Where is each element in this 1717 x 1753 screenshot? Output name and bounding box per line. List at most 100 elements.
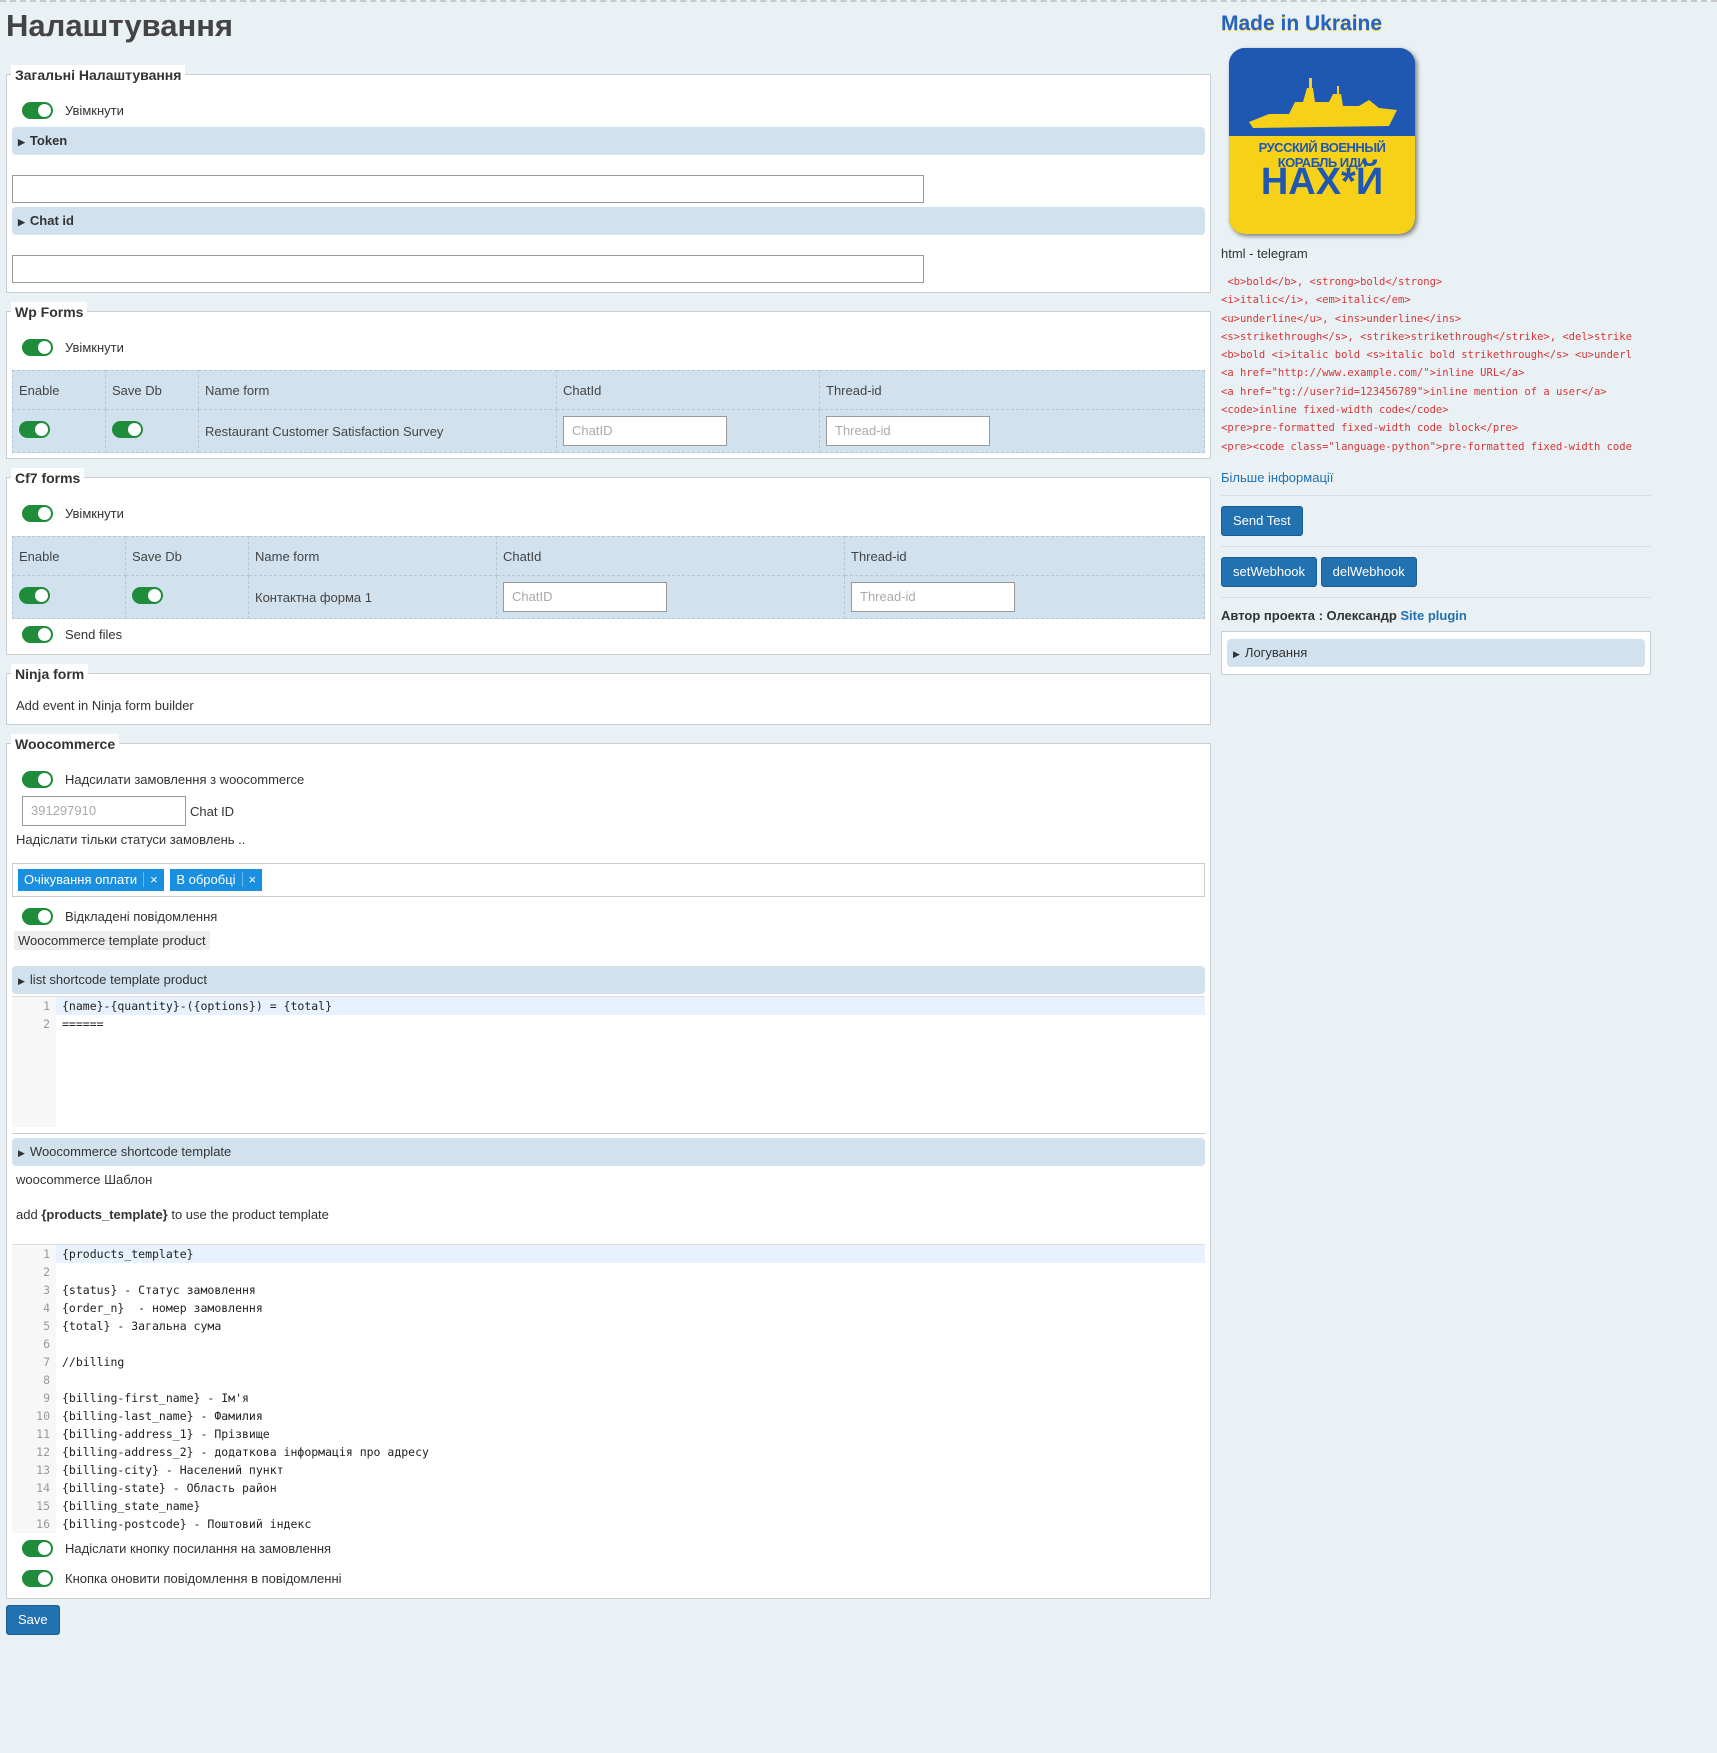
- wpforms-enable-toggle[interactable]: [22, 338, 53, 356]
- caret-right-icon: ▶: [18, 1148, 25, 1158]
- toggle-label: Увімкнути: [65, 102, 124, 118]
- settings-column: Загальні Налаштування Увімкнути ▶ Token ▶…: [6, 65, 1211, 1635]
- table-row: Restaurant Customer Satisfaction Survey …: [12, 409, 1205, 453]
- toggle-label: Send files: [65, 626, 123, 642]
- remove-tag-icon[interactable]: ×: [143, 872, 158, 887]
- woo-chat-id-input[interactable]: 391297910: [22, 796, 186, 826]
- collapse-label: Логування: [1244, 644, 1308, 660]
- shortcode-template-collapse[interactable]: ▶ Woocommerce shortcode template: [12, 1138, 1205, 1166]
- cf7-threadid-input[interactable]: Thread-id: [851, 582, 1015, 612]
- code-line: {billing-first_name} - Ім'я: [62, 1391, 249, 1405]
- chat-id-input[interactable]: [12, 255, 924, 283]
- cf7-table: Enable Save Db Name form ChatId Thread-i…: [12, 536, 1205, 619]
- toggle-label: Надіслати кнопку посилання на замовлення: [65, 1540, 332, 1556]
- woo-status-tags[interactable]: Очікування оплати × В обробці ×: [12, 863, 1205, 897]
- woo-chat-id-row: 391297910 Chat ID: [12, 794, 1205, 828]
- status-tag[interactable]: Очікування оплати ×: [18, 869, 164, 891]
- wpforms-table: Enable Save Db Name form ChatId Thread-i…: [12, 370, 1205, 453]
- code-line: ======: [62, 1017, 104, 1031]
- wpforms-row-enable-toggle[interactable]: [19, 421, 50, 438]
- ninja-text: Add event in Ninja form builder: [16, 698, 194, 713]
- toggle-label: Увімкнути: [65, 505, 124, 521]
- line-gutter: 12: [12, 997, 56, 1127]
- collapse-label: list shortcode template product: [29, 972, 207, 987]
- wpforms-chatid-input[interactable]: ChatID: [563, 416, 727, 446]
- code-line: {order_n} - номер замовлення: [62, 1301, 263, 1315]
- cf7-enable-row: Увімкнути: [12, 498, 1205, 528]
- warship-icon: [1249, 78, 1397, 128]
- woo-template-editor[interactable]: 1 2 3 4 5 6 7 8 9 10 11 12 13 14 15 16 {products_templa…: [12, 1244, 1205, 1533]
- logging-box: ▶ Логування: [1221, 630, 1651, 675]
- author-line: Автор проекта : Олександр Site plugin: [1221, 607, 1467, 623]
- woocommerce-section: Woocommerce Надсилати замовлення з wooco…: [6, 734, 1211, 1599]
- woo-template-title: woocommerce Шаблон: [16, 1172, 153, 1187]
- more-info-link[interactable]: Більше інформації: [1221, 470, 1333, 485]
- form-name: Restaurant Customer Satisfaction Survey: [198, 409, 557, 453]
- del-webhook-button[interactable]: delWebhook: [1320, 556, 1417, 587]
- code-line: {name}-{quantity}-({options}) = {total}: [56, 997, 1205, 1015]
- line-gutter: 1 2 3 4 5 6 7 8 9 10 11 12 13 14 15 16: [12, 1245, 56, 1533]
- column-header: ChatId: [556, 370, 820, 410]
- general-enable-toggle[interactable]: [22, 101, 53, 119]
- cf7-section: Cf7 forms Увімкнути Enable Save Db Name …: [6, 468, 1211, 655]
- code-line: {billing_state_name}: [62, 1499, 201, 1513]
- refresh-button-toggle[interactable]: [22, 1569, 53, 1587]
- collapse-label: Woocommerce shortcode template: [29, 1144, 232, 1159]
- woo-send-orders-row: Надсилати замовлення з woocommerce: [12, 764, 1205, 794]
- toggle-label: Кнопка оновити повідомлення в повідомлен…: [65, 1570, 342, 1586]
- toggle-label: Увімкнути: [65, 339, 124, 355]
- wpforms-threadid-input[interactable]: Thread-id: [826, 416, 990, 446]
- column-header: Enable: [12, 536, 126, 576]
- section-legend: Wp Forms: [11, 302, 88, 322]
- product-template-editor[interactable]: 12 {name}-{quantity}-({options}) = {tota…: [12, 996, 1205, 1127]
- wpforms-row-savedb-toggle[interactable]: [112, 421, 143, 438]
- cf7-enable-toggle[interactable]: [22, 504, 53, 522]
- page-title: Налаштування: [6, 8, 234, 43]
- general-enable-row: Увімкнути: [12, 95, 1205, 125]
- logging-collapse[interactable]: ▶ Логування: [1227, 638, 1645, 667]
- html-tags-reference: <b>bold</b>, <strong>bold</strong> <i>ita…: [1221, 276, 1632, 453]
- sidebar: Made in Ukraine РУССКИЙ ВОЕННЫЙ КОРАБЛЬ …: [1221, 12, 1651, 675]
- woo-deferred-row: Відкладені повідомлення: [12, 901, 1205, 931]
- woo-send-orders-toggle[interactable]: [22, 770, 53, 788]
- order-link-toggle[interactable]: [22, 1539, 53, 1557]
- toggle-label: Відкладені повідомлення: [65, 908, 218, 924]
- column-header: Thread-id: [844, 536, 1205, 576]
- code-line: {products_template}: [56, 1245, 1205, 1263]
- token-input[interactable]: [12, 175, 924, 203]
- refresh-button-row: Кнопка оновити повідомлення в повідомлен…: [12, 1563, 1205, 1593]
- warship-poster: РУССКИЙ ВОЕННЫЙ КОРАБЛЬ ИДИ НАХ*Й: [1229, 48, 1415, 234]
- set-webhook-button[interactable]: setWebhook: [1221, 556, 1318, 587]
- save-button[interactable]: Save: [6, 1605, 60, 1635]
- send-test-button[interactable]: Send Test: [1221, 505, 1303, 536]
- site-plugin-link[interactable]: Site plugin: [1400, 608, 1466, 623]
- send-files-toggle[interactable]: [22, 625, 53, 643]
- cf7-chatid-input[interactable]: ChatID: [503, 582, 667, 612]
- cf7-row-enable-toggle[interactable]: [19, 587, 50, 604]
- code-line: {billing-address_1} - Прізвище: [62, 1427, 270, 1441]
- woo-template-product-label: Woocommerce template product: [14, 931, 210, 950]
- code-line: //billing: [62, 1355, 125, 1369]
- order-link-row: Надіслати кнопку посилання на замовлення: [12, 1533, 1205, 1563]
- column-header: Name form: [248, 536, 497, 576]
- token-collapse[interactable]: ▶ Token: [12, 127, 1205, 155]
- woo-template-hint: add {products_template} to use the produ…: [16, 1207, 329, 1222]
- general-settings-section: Загальні Налаштування Увімкнути ▶ Token ▶…: [6, 65, 1211, 293]
- chat-id-collapse[interactable]: ▶ Chat id: [12, 207, 1205, 235]
- top-dashed-border: [0, 0, 1717, 2]
- woo-chat-id-label: Chat ID: [190, 803, 235, 819]
- column-header: Thread-id: [819, 370, 1205, 410]
- table-header-row: Enable Save Db Name form ChatId Thread-i…: [12, 370, 1205, 410]
- status-tag[interactable]: В обробці ×: [170, 869, 263, 891]
- code-line: {billing-last_name} - Фамилия: [62, 1409, 263, 1423]
- woo-deferred-toggle[interactable]: [22, 907, 53, 925]
- code-line: {billing-state} - Область район: [62, 1481, 277, 1495]
- caret-right-icon: ▶: [1233, 648, 1240, 659]
- cf7-row-savedb-toggle[interactable]: [132, 587, 163, 604]
- remove-tag-icon[interactable]: ×: [241, 872, 257, 887]
- code-line: {billing-postcode} - Поштовий індекс: [62, 1517, 312, 1531]
- caret-right-icon: ▶: [18, 137, 25, 147]
- section-legend: Cf7 forms: [11, 468, 85, 488]
- list-shortcode-collapse[interactable]: ▶ list shortcode template product: [12, 966, 1205, 994]
